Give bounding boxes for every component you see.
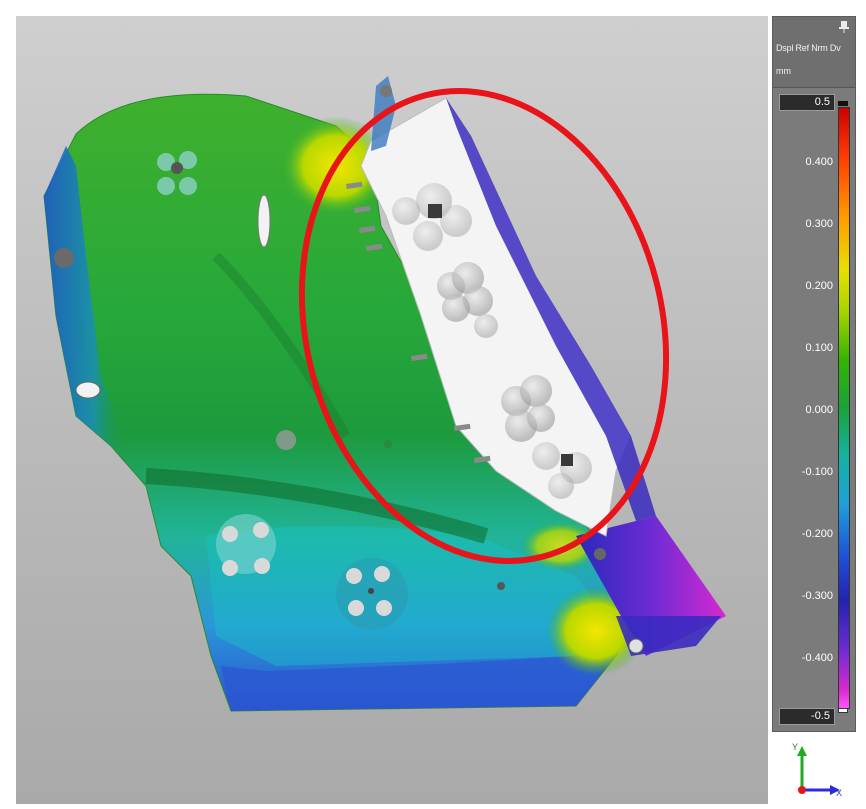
legend-max-value[interactable]: 0.5 [779, 94, 835, 111]
axis-triad-icon: Y X [790, 742, 846, 800]
3d-viewport[interactable] [16, 16, 768, 804]
legend-tick: 0.200 [805, 280, 833, 292]
legend-min-value[interactable]: -0.5 [779, 708, 835, 725]
bolt-pattern-bottom-center [336, 558, 408, 630]
legend-tick: -0.300 [801, 590, 833, 602]
legend-tick: -0.100 [801, 466, 833, 478]
legend-tick: 0.400 [805, 156, 833, 168]
colorbar [838, 107, 850, 709]
bolt-pattern-bottom-left [216, 514, 276, 576]
legend-title: Dspl Ref Nrm Dv [776, 43, 841, 53]
legend-tick: -0.400 [801, 652, 833, 664]
legend-unit: mm [776, 66, 791, 76]
legend-tick: 0.000 [805, 404, 833, 416]
legend-tick: 0.100 [805, 342, 833, 354]
color-legend: Dspl Ref Nrm Dv mm 0.5 0.400 0.300 0.200… [772, 16, 856, 732]
legend-tick: 0.300 [805, 218, 833, 230]
triad-x-label: X [836, 788, 843, 798]
colorbar-overflow-cap [838, 101, 848, 106]
legend-header: Dspl Ref Nrm Dv mm [773, 17, 855, 88]
legend-tick: -0.200 [801, 528, 833, 540]
part-model[interactable] [16, 16, 768, 804]
colorbar-underflow-cap [838, 708, 848, 713]
pin-icon[interactable] [839, 21, 849, 33]
